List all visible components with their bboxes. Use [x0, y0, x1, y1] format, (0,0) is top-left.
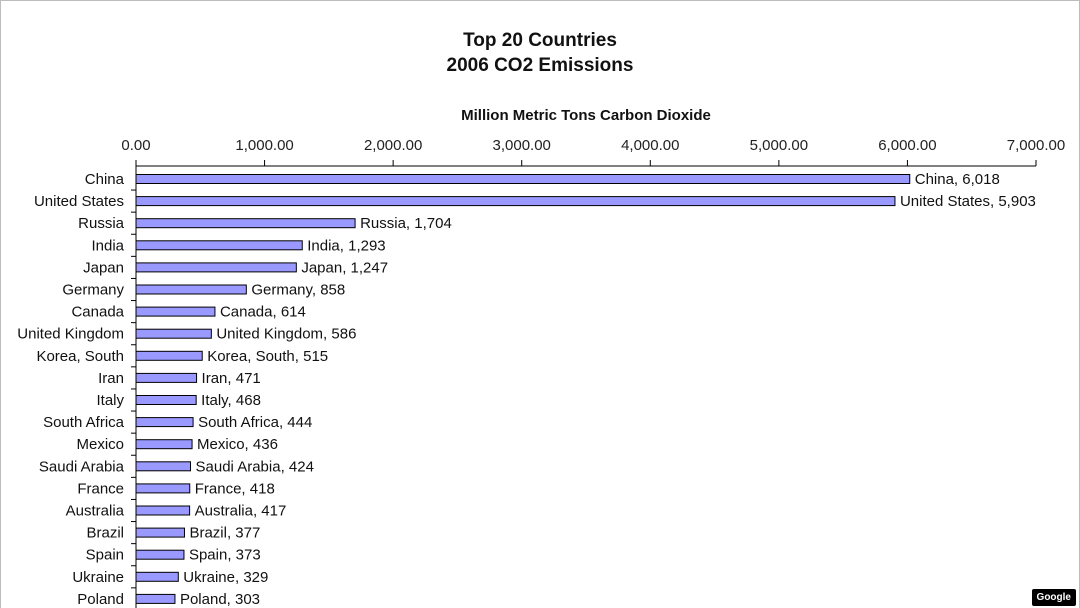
x-tick-label: 1,000.00 — [235, 137, 293, 154]
bar-chart-plot: 0.00 1,000.00 2,000.00 3,000.00 4,000.00 5,00… — [17, 137, 1065, 608]
data-label: Korea, South, 515 — [207, 348, 328, 365]
data-label: Ukraine, 329 — [183, 569, 268, 586]
category-label: Ukraine — [72, 569, 124, 586]
data-label: Mexico, 436 — [197, 436, 278, 453]
x-tick-label: 6,000.00 — [878, 137, 936, 154]
bar — [135, 328, 212, 339]
bar — [135, 417, 194, 428]
bar — [135, 483, 191, 494]
data-label: France, 418 — [195, 480, 275, 497]
bar — [135, 461, 192, 472]
data-label: Russia, 1,704 — [360, 215, 452, 232]
bar — [135, 372, 198, 383]
data-label: India, 1,293 — [307, 237, 385, 254]
category-label: Iran — [98, 370, 124, 387]
x-tick-label: 5,000.00 — [750, 137, 808, 154]
category-label: Canada — [71, 304, 124, 321]
x-tick-label: 3,000.00 — [493, 137, 551, 154]
category-label: Japan — [83, 259, 124, 276]
data-label: Australia, 417 — [195, 503, 287, 520]
category-label: Saudi Arabia — [39, 458, 125, 475]
bar — [135, 571, 179, 582]
bar — [135, 439, 193, 450]
data-label: Saudi Arabia, 424 — [196, 458, 314, 475]
data-label: Italy, 468 — [201, 392, 261, 409]
data-label: Spain, 373 — [189, 547, 261, 564]
category-label: United States — [34, 193, 124, 210]
bar — [135, 527, 185, 538]
category-label: China — [85, 171, 125, 188]
data-label: Iran, 471 — [202, 370, 261, 387]
bar — [135, 174, 911, 184]
bar — [135, 395, 197, 405]
bar — [135, 593, 176, 604]
data-label: China, 6,018 — [915, 171, 1000, 188]
category-label: Germany — [62, 282, 124, 299]
category-label: Australia — [66, 503, 125, 520]
x-tick-label: 7,000.00 — [1007, 137, 1065, 154]
data-label: Brazil, 377 — [189, 525, 260, 542]
data-label: South Africa, 444 — [198, 414, 312, 431]
data-label: United Kingdom, 586 — [216, 326, 356, 343]
category-label: United Kingdom — [17, 326, 124, 343]
bar — [135, 218, 356, 229]
category-label: Korea, South — [36, 348, 124, 365]
data-label: Canada, 614 — [220, 304, 306, 321]
data-label: Germany, 858 — [251, 282, 345, 299]
data-label: Poland, 303 — [180, 591, 260, 608]
google-watermark: Google — [1031, 589, 1076, 606]
bar — [135, 505, 191, 516]
data-label: United States, 5,903 — [900, 193, 1036, 210]
category-label: Spain — [86, 547, 124, 564]
category-label: Poland — [77, 591, 124, 608]
x-tick-label: 0.00 — [121, 137, 150, 154]
bar — [135, 262, 297, 273]
bar — [135, 350, 203, 361]
category-label: France — [77, 480, 124, 497]
bar — [135, 240, 303, 251]
data-label: Japan, 1,247 — [301, 259, 388, 276]
category-label: South Africa — [43, 414, 125, 431]
category-label: India — [91, 237, 124, 254]
bar — [135, 196, 896, 207]
x-tick-label: 2,000.00 — [364, 137, 422, 154]
category-label: Brazil — [86, 525, 124, 542]
bar — [135, 306, 216, 317]
bar — [135, 284, 247, 295]
category-label: Italy — [96, 392, 124, 409]
x-tick-label: 4,000.00 — [621, 137, 679, 154]
category-label: Russia — [78, 215, 125, 232]
category-label: Mexico — [76, 436, 124, 453]
bar — [135, 549, 185, 560]
